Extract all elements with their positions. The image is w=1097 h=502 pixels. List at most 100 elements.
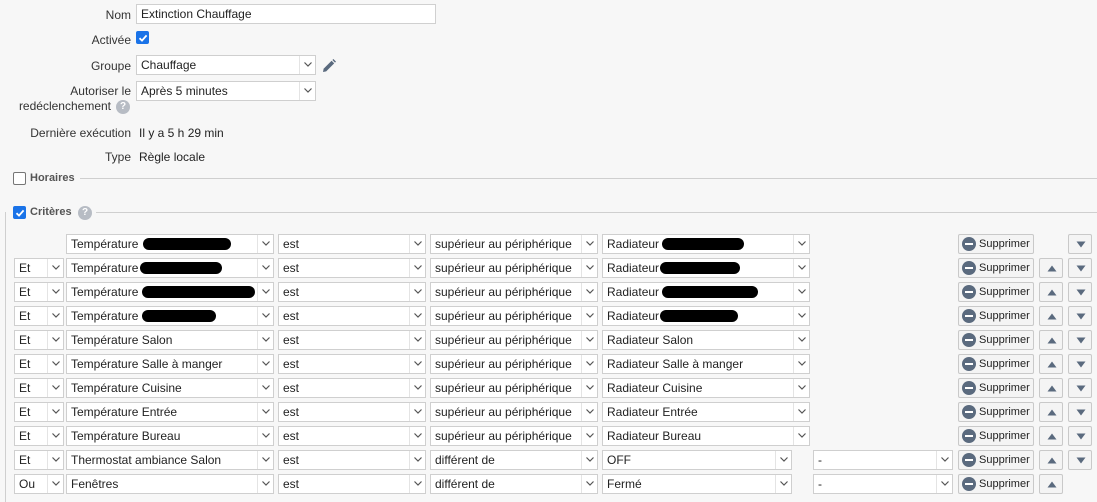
delete-label: Supprimer xyxy=(979,262,1030,274)
device-select[interactable]: Fenêtres xyxy=(66,474,274,494)
help-icon[interactable]: ? xyxy=(116,100,130,114)
move-up-button[interactable] xyxy=(1039,426,1063,446)
retrigger-select[interactable]: Après 5 minutes xyxy=(136,81,316,101)
move-up-button[interactable] xyxy=(1039,258,1063,278)
value-select[interactable]: - xyxy=(813,450,953,470)
target-select[interactable]: Fermé xyxy=(602,474,792,494)
delete-label: Supprimer xyxy=(979,406,1030,418)
move-down-button[interactable] xyxy=(1068,330,1092,350)
conjunction-select[interactable]: Ou xyxy=(14,474,64,494)
operator-select-value: est xyxy=(283,309,300,323)
target-select-value: Radiateur Cuisine xyxy=(607,381,703,395)
operator-select[interactable]: est xyxy=(278,474,426,494)
comparison-select[interactable]: supérieur au périphérique xyxy=(430,402,598,422)
device-select[interactable]: Température Cuisine xyxy=(66,378,274,398)
delete-criterion-button[interactable]: Supprimer xyxy=(958,378,1034,398)
comparison-select[interactable]: supérieur au périphérique xyxy=(430,258,598,278)
target-select[interactable]: Radiateur Bureau xyxy=(602,426,810,446)
device-select[interactable]: Température Salon xyxy=(66,330,274,350)
move-down-button[interactable] xyxy=(1068,426,1092,446)
conjunction-select[interactable]: Et xyxy=(14,306,64,326)
criteres-box-left-border xyxy=(5,212,6,502)
operator-select[interactable]: est xyxy=(278,306,426,326)
operator-select[interactable]: est xyxy=(278,354,426,374)
operator-select[interactable]: est xyxy=(278,330,426,350)
name-input[interactable]: Extinction Chauffage xyxy=(136,4,436,24)
conjunction-select-value: Et xyxy=(19,381,31,395)
move-up-button[interactable] xyxy=(1039,402,1063,422)
move-down-button[interactable] xyxy=(1068,282,1092,302)
move-up-button[interactable] xyxy=(1039,450,1063,470)
move-down-button[interactable] xyxy=(1068,402,1092,422)
conjunction-select[interactable]: Et xyxy=(14,402,64,422)
comparison-select[interactable]: supérieur au périphérique xyxy=(430,354,598,374)
target-select[interactable]: Radiateur Entrée xyxy=(602,402,810,422)
move-up-button[interactable] xyxy=(1039,378,1063,398)
criteres-checkbox[interactable] xyxy=(13,206,26,219)
operator-select[interactable]: est xyxy=(278,282,426,302)
conjunction-select[interactable]: Et xyxy=(14,354,64,374)
comparison-select[interactable]: supérieur au périphérique xyxy=(430,282,598,302)
target-select[interactable]: OFF xyxy=(602,450,792,470)
redaction-mark xyxy=(662,238,744,250)
redaction-mark xyxy=(142,286,255,298)
criteres-help-icon[interactable]: ? xyxy=(78,206,92,220)
move-down-button[interactable] xyxy=(1068,306,1092,326)
comparison-select[interactable]: supérieur au périphérique xyxy=(430,426,598,446)
operator-select[interactable]: est xyxy=(278,378,426,398)
move-down-button[interactable] xyxy=(1068,258,1092,278)
move-up-button[interactable] xyxy=(1039,306,1063,326)
comparison-select[interactable]: supérieur au périphérique xyxy=(430,330,598,350)
conjunction-select[interactable]: Et xyxy=(14,258,64,278)
comparison-select[interactable]: supérieur au périphérique xyxy=(430,234,598,254)
conjunction-select-value: Et xyxy=(19,333,31,347)
comparison-select-value: différent de xyxy=(435,477,495,491)
active-checkbox[interactable] xyxy=(136,31,149,44)
move-down-button[interactable] xyxy=(1068,354,1092,374)
comparison-select[interactable]: supérieur au périphérique xyxy=(430,306,598,326)
delete-criterion-button[interactable]: Supprimer xyxy=(958,258,1034,278)
operator-select[interactable]: est xyxy=(278,426,426,446)
conjunction-select[interactable]: Et xyxy=(14,282,64,302)
move-up-button[interactable] xyxy=(1039,354,1063,374)
chevron-down-icon xyxy=(581,331,597,349)
move-up-button[interactable] xyxy=(1039,330,1063,350)
device-select[interactable]: Thermostat ambiance Salon xyxy=(66,450,274,470)
value-select-value: - xyxy=(818,453,822,467)
move-down-button[interactable] xyxy=(1068,450,1092,470)
conjunction-select[interactable]: Et xyxy=(14,378,64,398)
target-select[interactable]: Radiateur Cuisine xyxy=(602,378,810,398)
move-down-button[interactable] xyxy=(1068,378,1092,398)
delete-criterion-button[interactable]: Supprimer xyxy=(958,282,1034,302)
conjunction-select[interactable]: Et xyxy=(14,450,64,470)
conjunction-select[interactable]: Et xyxy=(14,426,64,446)
value-select[interactable]: - xyxy=(813,474,953,494)
operator-select[interactable]: est xyxy=(278,234,426,254)
move-up-button[interactable] xyxy=(1039,474,1063,494)
operator-select[interactable]: est xyxy=(278,450,426,470)
group-select[interactable]: Chauffage xyxy=(136,55,316,75)
comparison-select[interactable]: supérieur au périphérique xyxy=(430,378,598,398)
device-select[interactable]: Température Entrée xyxy=(66,402,274,422)
delete-criterion-button[interactable]: Supprimer xyxy=(958,474,1034,494)
operator-select[interactable]: est xyxy=(278,258,426,278)
target-select[interactable]: Radiateur Salle à manger xyxy=(602,354,810,374)
device-select[interactable]: Température Salle à manger xyxy=(66,354,274,374)
conjunction-select[interactable]: Et xyxy=(14,330,64,350)
delete-criterion-button[interactable]: Supprimer xyxy=(958,426,1034,446)
delete-criterion-button[interactable]: Supprimer xyxy=(958,354,1034,374)
comparison-select[interactable]: différent de xyxy=(430,450,598,470)
comparison-select[interactable]: différent de xyxy=(430,474,598,494)
delete-criterion-button[interactable]: Supprimer xyxy=(958,402,1034,422)
device-select[interactable]: Température Bureau xyxy=(66,426,274,446)
delete-criterion-button[interactable]: Supprimer xyxy=(958,450,1034,470)
delete-criterion-button[interactable]: Supprimer xyxy=(958,306,1034,326)
move-down-button[interactable] xyxy=(1068,234,1092,254)
delete-criterion-button[interactable]: Supprimer xyxy=(958,330,1034,350)
delete-criterion-button[interactable]: Supprimer xyxy=(958,234,1034,254)
horaires-checkbox[interactable] xyxy=(13,172,26,185)
target-select[interactable]: Radiateur Salon xyxy=(602,330,810,350)
operator-select[interactable]: est xyxy=(278,402,426,422)
edit-group-icon[interactable] xyxy=(320,57,338,75)
move-up-button[interactable] xyxy=(1039,282,1063,302)
